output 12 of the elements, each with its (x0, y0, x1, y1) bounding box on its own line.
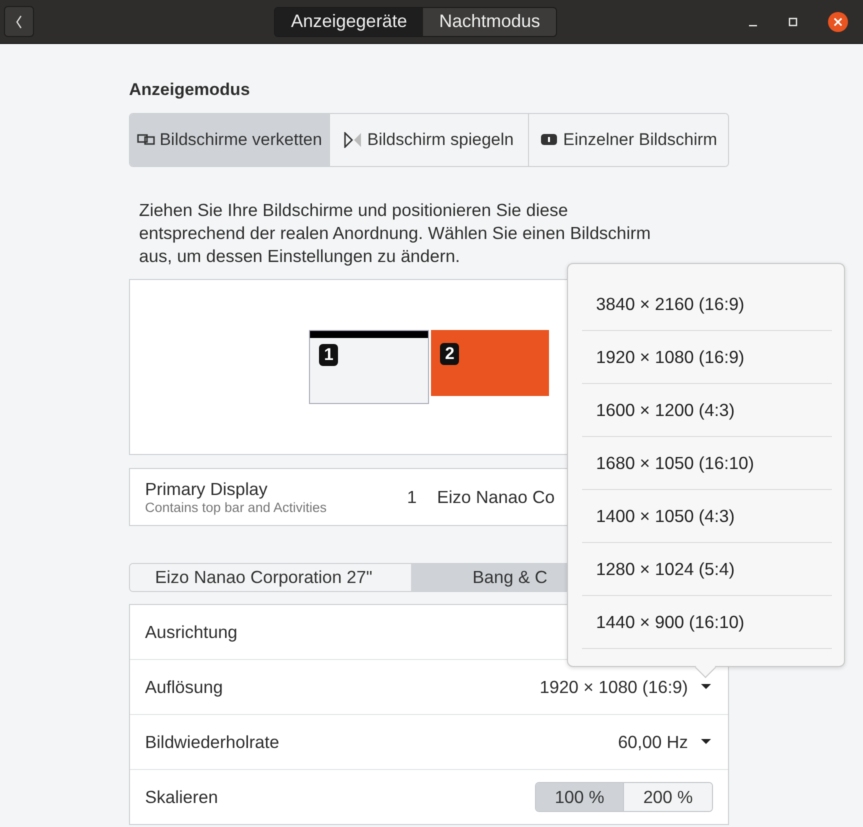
display-number: 1 (407, 486, 418, 508)
description-text: Ziehen Sie Ihre Bildschirme und positionieren Sie diese entsprechend der realen Anordnung. Wählen Sie einen Bildschirm aus, um dessen Einstellungen zu ändern. (139, 199, 651, 268)
monitor-number: 1 (319, 344, 338, 366)
section-title: Anzeigemodus (129, 80, 251, 100)
setting-label: Skalieren (145, 786, 218, 808)
display-name: Eizo Nanao Co (437, 486, 555, 508)
setting-label: Bildwiederholrate (145, 732, 280, 752)
row-label: Primary Display (145, 479, 269, 500)
monitor-number: 2 (440, 343, 460, 365)
row-hint: Contains top bar and Activities (145, 500, 328, 515)
setting-label: Auflösung (145, 676, 223, 698)
setting-label: Ausrichtung (145, 622, 238, 642)
